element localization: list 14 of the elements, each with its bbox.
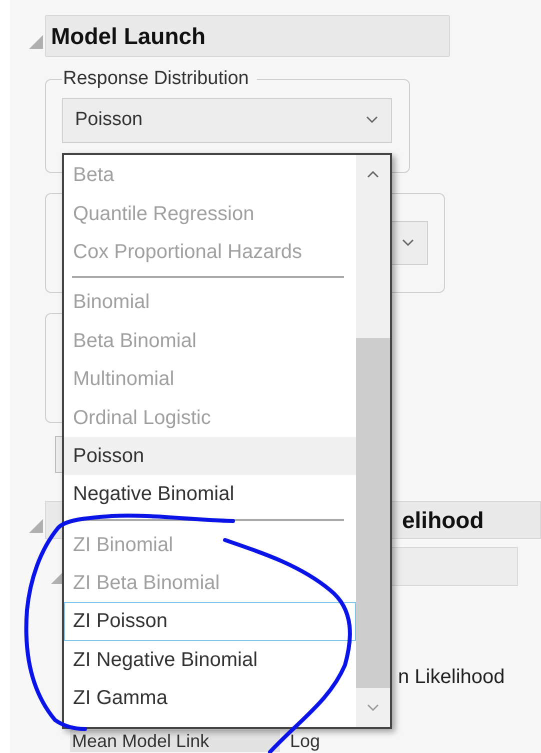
chevron-down-icon xyxy=(365,115,379,125)
link-value: Log xyxy=(290,730,320,752)
scrollbar[interactable] xyxy=(356,155,390,727)
dropdown-option[interactable]: Poisson xyxy=(64,436,356,476)
scroll-up-icon[interactable] xyxy=(366,169,380,179)
link-label: Mean Model Link xyxy=(70,730,280,752)
section-header: Model Launch xyxy=(45,15,450,57)
scroll-down-icon[interactable] xyxy=(366,702,380,712)
chevron-down-icon xyxy=(401,238,415,248)
group-label: Response Distribution xyxy=(62,67,250,91)
dropdown-field[interactable]: Poisson xyxy=(62,98,392,142)
estimation-label: n Likelihood xyxy=(397,665,506,690)
scrollbar-thumb[interactable] xyxy=(356,338,390,688)
dropdown-option[interactable]: ZI Poisson xyxy=(64,602,356,641)
